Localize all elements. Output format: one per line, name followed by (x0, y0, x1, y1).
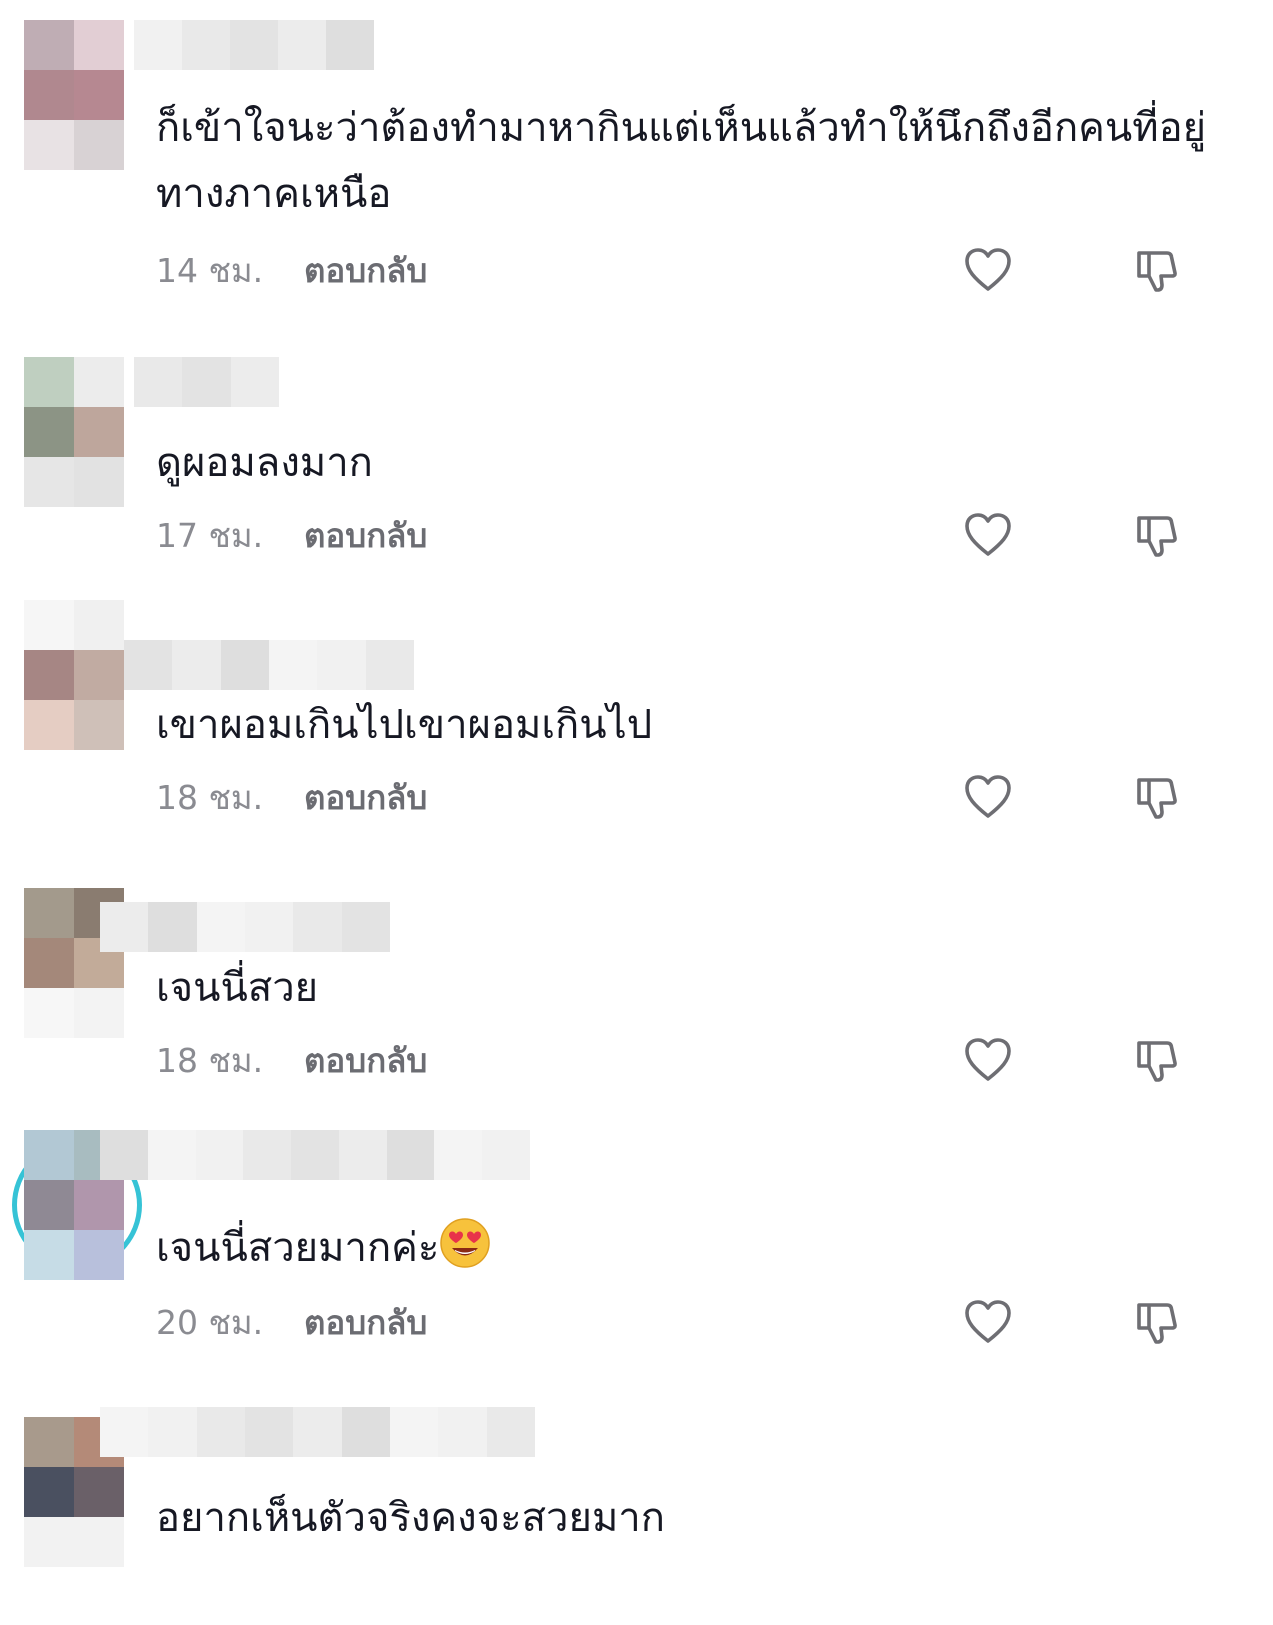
dislike-button[interactable] (1130, 1032, 1186, 1088)
comment-meta: 18 ชม. ตอบกลับ (156, 1035, 427, 1085)
comment-text-body: ดูผอมลงมาก (156, 440, 373, 486)
username-blurred[interactable] (100, 1407, 535, 1457)
comment-text: เจนนี่สวย (156, 955, 1216, 1021)
dislike-button[interactable] (1130, 1294, 1186, 1350)
comment-item: ก็เข้าใจนะว่าต้องทำมาหากินแต่เห็นแล้วทำใ… (0, 0, 1273, 292)
reply-button[interactable]: ตอบกลับ (304, 244, 427, 297)
like-button[interactable] (960, 1294, 1016, 1350)
comment-item: เจนนี่สวย 18 ชม. ตอบกลับ (0, 860, 1273, 1132)
comment-list: ก็เข้าใจนะว่าต้องทำมาหากินแต่เห็นแล้วทำใ… (0, 0, 1273, 1625)
dislike-button[interactable] (1130, 769, 1186, 825)
comment-item: เขาผอมเกินไปเขาผอมเกินไป 18 ชม. ตอบกลับ (0, 600, 1273, 872)
reply-button[interactable]: ตอบกลับ (304, 509, 427, 562)
comment-text: ดูผอมลงมาก (156, 430, 1216, 496)
thumbs-down-outline-icon (1137, 1303, 1177, 1344)
dislike-button[interactable] (1130, 242, 1186, 298)
avatar[interactable] (24, 600, 124, 750)
username-blurred[interactable] (134, 20, 374, 70)
thumbs-down-outline-icon (1137, 1041, 1177, 1082)
thumbs-down-outline-icon (1137, 516, 1177, 557)
comment-text-body: เจนนี่สวย (156, 965, 319, 1011)
username-blurred[interactable] (100, 1130, 530, 1180)
heart-outline-icon (965, 513, 1011, 556)
comment-timestamp: 17 ชม. (156, 515, 264, 555)
comment-meta: 20 ชม. ตอบกลับ (156, 1297, 427, 1347)
reply-button[interactable]: ตอบกลับ (304, 1034, 427, 1087)
comment-item: อยากเห็นตัวจริงคงจะสวยมาก (0, 1395, 1273, 1625)
avatar[interactable] (24, 357, 124, 507)
like-button[interactable] (960, 1032, 1016, 1088)
comment-item: ดูผอมลงมาก 17 ชม. ตอบกลับ (0, 345, 1273, 617)
comment-meta: 17 ชม. ตอบกลับ (156, 510, 427, 560)
heart-outline-icon (965, 1300, 1011, 1343)
comment-text-body: ก็เข้าใจนะว่าต้องทำมาหากินแต่เห็นแล้วทำใ… (156, 105, 1207, 217)
like-button[interactable] (960, 507, 1016, 563)
comment-text-body: เจนนี่สวยมากค่ะ (156, 1225, 440, 1271)
avatar[interactable] (24, 20, 124, 170)
comment-text: ก็เข้าใจนะว่าต้องทำมาหากินแต่เห็นแล้วทำใ… (156, 95, 1216, 227)
comment-timestamp: 18 ชม. (156, 1040, 264, 1080)
comment-timestamp: 18 ชม. (156, 777, 264, 817)
reply-button[interactable]: ตอบกลับ (304, 771, 427, 824)
comment-timestamp: 20 ชม. (156, 1302, 264, 1342)
reply-button[interactable]: ตอบกลับ (304, 1296, 427, 1349)
thumbs-down-outline-icon (1137, 778, 1177, 819)
like-button[interactable] (960, 769, 1016, 825)
heart-outline-icon (965, 1038, 1011, 1081)
comment-meta: 18 ชม. ตอบกลับ (156, 772, 427, 822)
comment-text: อยากเห็นตัวจริงคงจะสวยมาก (156, 1485, 1216, 1551)
username-blurred[interactable] (100, 902, 390, 952)
dislike-button[interactable] (1130, 507, 1186, 563)
comment-item: เจนนี่สวยมากค่ะ 20 ชม. ตอบกลับ (0, 1115, 1273, 1387)
heart-outline-icon (965, 248, 1011, 291)
username-blurred[interactable] (124, 640, 414, 690)
like-button[interactable] (960, 242, 1016, 298)
comment-timestamp: 14 ชม. (156, 250, 264, 290)
comment-meta: 14 ชม. ตอบกลับ (156, 245, 427, 295)
heart-eyes-emoji (440, 1218, 491, 1268)
comment-text-body: อยากเห็นตัวจริงคงจะสวยมาก (156, 1495, 665, 1541)
comment-text-body: เขาผอมเกินไปเขาผอมเกินไป (156, 702, 653, 748)
heart-outline-icon (965, 775, 1011, 818)
thumbs-down-outline-icon (1137, 251, 1177, 292)
username-blurred[interactable] (134, 357, 279, 407)
comment-text: เจนนี่สวยมากค่ะ (156, 1215, 1216, 1281)
comment-text: เขาผอมเกินไปเขาผอมเกินไป (156, 692, 1216, 758)
